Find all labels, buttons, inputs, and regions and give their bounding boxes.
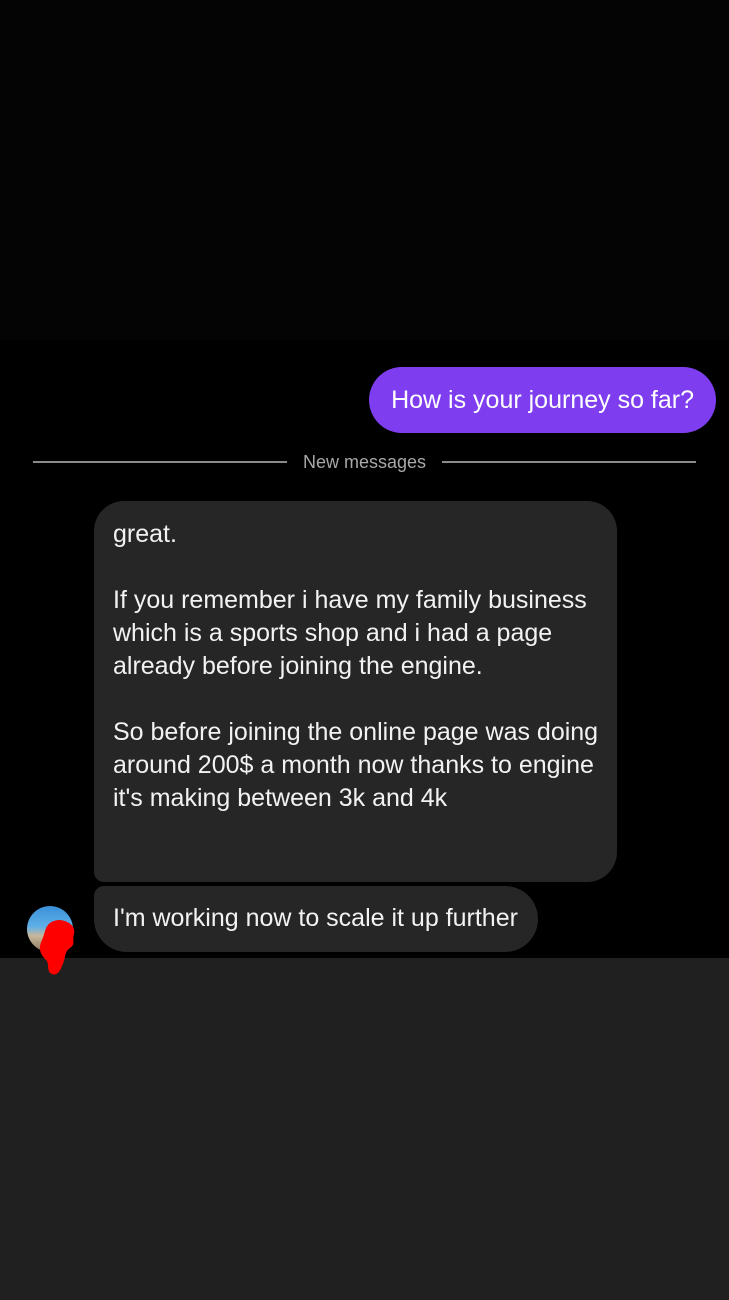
divider-line-right — [442, 461, 697, 463]
top-empty-area — [0, 0, 729, 340]
redaction-scribble-icon — [39, 920, 75, 975]
incoming-message-bubble[interactable]: I'm working now to scale it up further — [94, 886, 538, 952]
message-paragraph: So before joining the online page was do… — [113, 718, 599, 812]
message-paragraph: If you remember i have my family busines… — [113, 586, 587, 680]
new-messages-label: New messages — [302, 451, 427, 472]
divider-line-left — [33, 461, 287, 463]
bottom-area — [0, 958, 729, 1300]
message-paragraph: great. — [113, 520, 177, 548]
new-messages-divider: New messages — [33, 448, 697, 476]
incoming-message-bubble[interactable]: great. If you remember i have my family … — [94, 501, 617, 882]
outgoing-message-bubble[interactable]: How is your journey so far? — [369, 367, 716, 433]
chat-screen: How is your journey so far? New messages… — [0, 0, 729, 1300]
